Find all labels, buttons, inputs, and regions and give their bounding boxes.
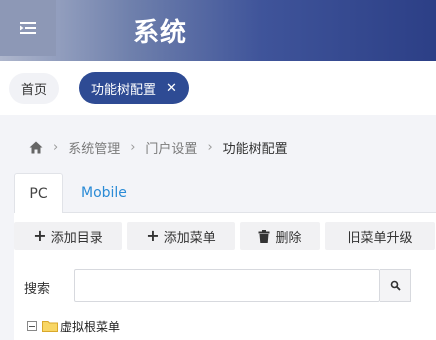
add-menu-button[interactable]: + 添加菜单: [127, 222, 235, 250]
breadcrumb-separator: ›: [53, 139, 59, 155]
search-input[interactable]: [74, 269, 380, 302]
collapse-toggle-icon[interactable]: [27, 321, 37, 331]
home-icon[interactable]: [29, 141, 43, 154]
upgrade-old-menu-button[interactable]: 旧菜单升级: [325, 222, 435, 250]
menu-collapse-icon: [20, 22, 36, 34]
delete-button[interactable]: 删除: [240, 222, 320, 250]
app-title: 系统: [133, 18, 188, 48]
search-button[interactable]: [380, 269, 411, 302]
add-directory-label: 添加目录: [50, 230, 103, 246]
search-label: 搜索: [24, 282, 51, 297]
breadcrumb-item-portal-settings[interactable]: 门户设置: [145, 138, 197, 157]
breadcrumb-item-system-management[interactable]: 系统管理: [68, 138, 120, 157]
tab-label: 功能树配置: [91, 82, 157, 98]
close-icon[interactable]: ✕: [166, 82, 177, 95]
add-directory-button[interactable]: + 添加目录: [14, 222, 122, 250]
breadcrumb-item-current: 功能树配置: [222, 141, 288, 157]
plus-icon: +: [33, 226, 47, 245]
plus-icon: +: [146, 226, 160, 245]
open-tabs-bar: [0, 61, 436, 115]
tab-function-tree-config[interactable]: 功能树配置 ✕: [79, 72, 189, 104]
upgrade-old-menu-label: 旧菜单升级: [347, 230, 413, 246]
tab-mobile[interactable]: Mobile: [81, 173, 127, 213]
platform-tabs: PC Mobile: [14, 173, 436, 214]
add-menu-label: 添加菜单: [163, 230, 216, 246]
folder-icon: [42, 321, 58, 332]
tree-node-virtual-root[interactable]: 虚拟根菜单: [27, 318, 120, 334]
app-header: 系统: [0, 0, 436, 61]
tab-pc[interactable]: PC: [14, 173, 63, 214]
breadcrumb-separator: ›: [130, 139, 136, 155]
search-icon: [390, 280, 401, 291]
breadcrumb: › 系统管理 › 门户设置 › 功能树配置: [29, 138, 288, 157]
delete-label: 删除: [275, 230, 302, 246]
tab-home[interactable]: 首页: [9, 73, 59, 104]
trash-icon: [258, 229, 270, 243]
breadcrumb-separator: ›: [207, 139, 213, 155]
tree-node-label: 虚拟根菜单: [60, 319, 121, 334]
menu-collapse-button[interactable]: [0, 0, 56, 56]
